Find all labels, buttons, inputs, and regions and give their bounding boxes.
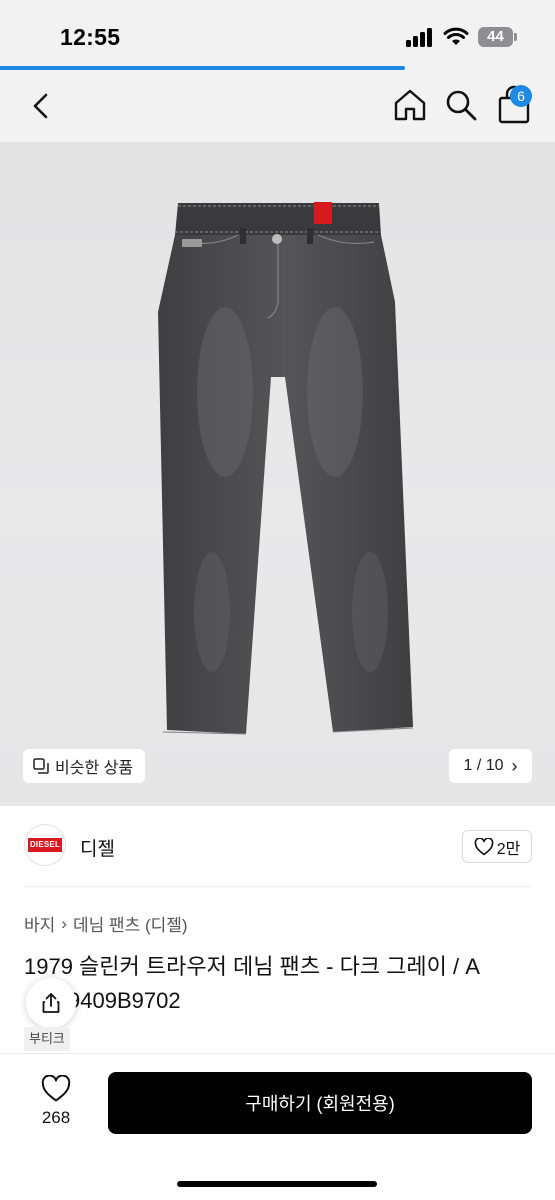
share-icon	[42, 993, 60, 1013]
status-time: 12:55	[60, 24, 121, 50]
similar-products-button[interactable]: 비슷한 상품	[23, 749, 146, 783]
brand-name[interactable]: 디젤	[80, 834, 115, 861]
heart-icon	[41, 1074, 71, 1102]
similar-items-icon	[33, 758, 49, 774]
chevron-right-icon: ›	[511, 755, 518, 776]
status-bar: 12:55 44	[0, 0, 555, 66]
wifi-icon	[443, 27, 469, 45]
battery-icon: 44	[478, 27, 518, 47]
product-title: 1979 슬린커 트라우저 데님 팬츠 - 다크 그레이 / A	[24, 954, 480, 979]
breadcrumb: 바지 › 데님 팬츠 (디젤)	[24, 911, 188, 936]
brand-like-count: 2만	[496, 840, 521, 858]
battery-level: 44	[478, 27, 513, 47]
buy-button[interactable]: 구매하기 (회원전용)	[108, 1072, 532, 1134]
boutique-tag: 부티크	[24, 1027, 70, 1051]
brand-like-button[interactable]: 2만	[462, 830, 532, 863]
breadcrumb-item-pants[interactable]: 바지	[24, 911, 55, 936]
navigation-bar	[0, 70, 555, 142]
image-pager[interactable]: 1 / 10 ›	[449, 749, 532, 783]
home-icon[interactable]	[391, 86, 429, 124]
breadcrumb-chevron-icon: ›	[61, 913, 67, 933]
divider	[24, 886, 531, 887]
similar-products-label: 비슷한 상품	[55, 760, 134, 777]
jeans-image	[158, 202, 414, 735]
back-icon[interactable]	[24, 88, 60, 124]
search-icon[interactable]	[442, 86, 480, 124]
brand-logo-text: DIESEL	[28, 838, 62, 852]
cart-count-badge: 6	[510, 85, 532, 107]
breadcrumb-item-denim[interactable]: 데님 팬츠 (디젤)	[73, 911, 188, 936]
pager-text: 1 / 10	[463, 757, 504, 774]
heart-icon	[474, 837, 494, 855]
wishlist-count: 268	[41, 1108, 71, 1127]
share-button[interactable]	[26, 978, 76, 1028]
product-title-code: 9409B9702	[68, 988, 181, 1013]
home-indicator[interactable]	[177, 1181, 377, 1187]
product-image[interactable]	[0, 142, 555, 806]
brand-logo[interactable]: DIESEL	[24, 824, 66, 866]
cellular-signal-icon	[406, 27, 436, 47]
